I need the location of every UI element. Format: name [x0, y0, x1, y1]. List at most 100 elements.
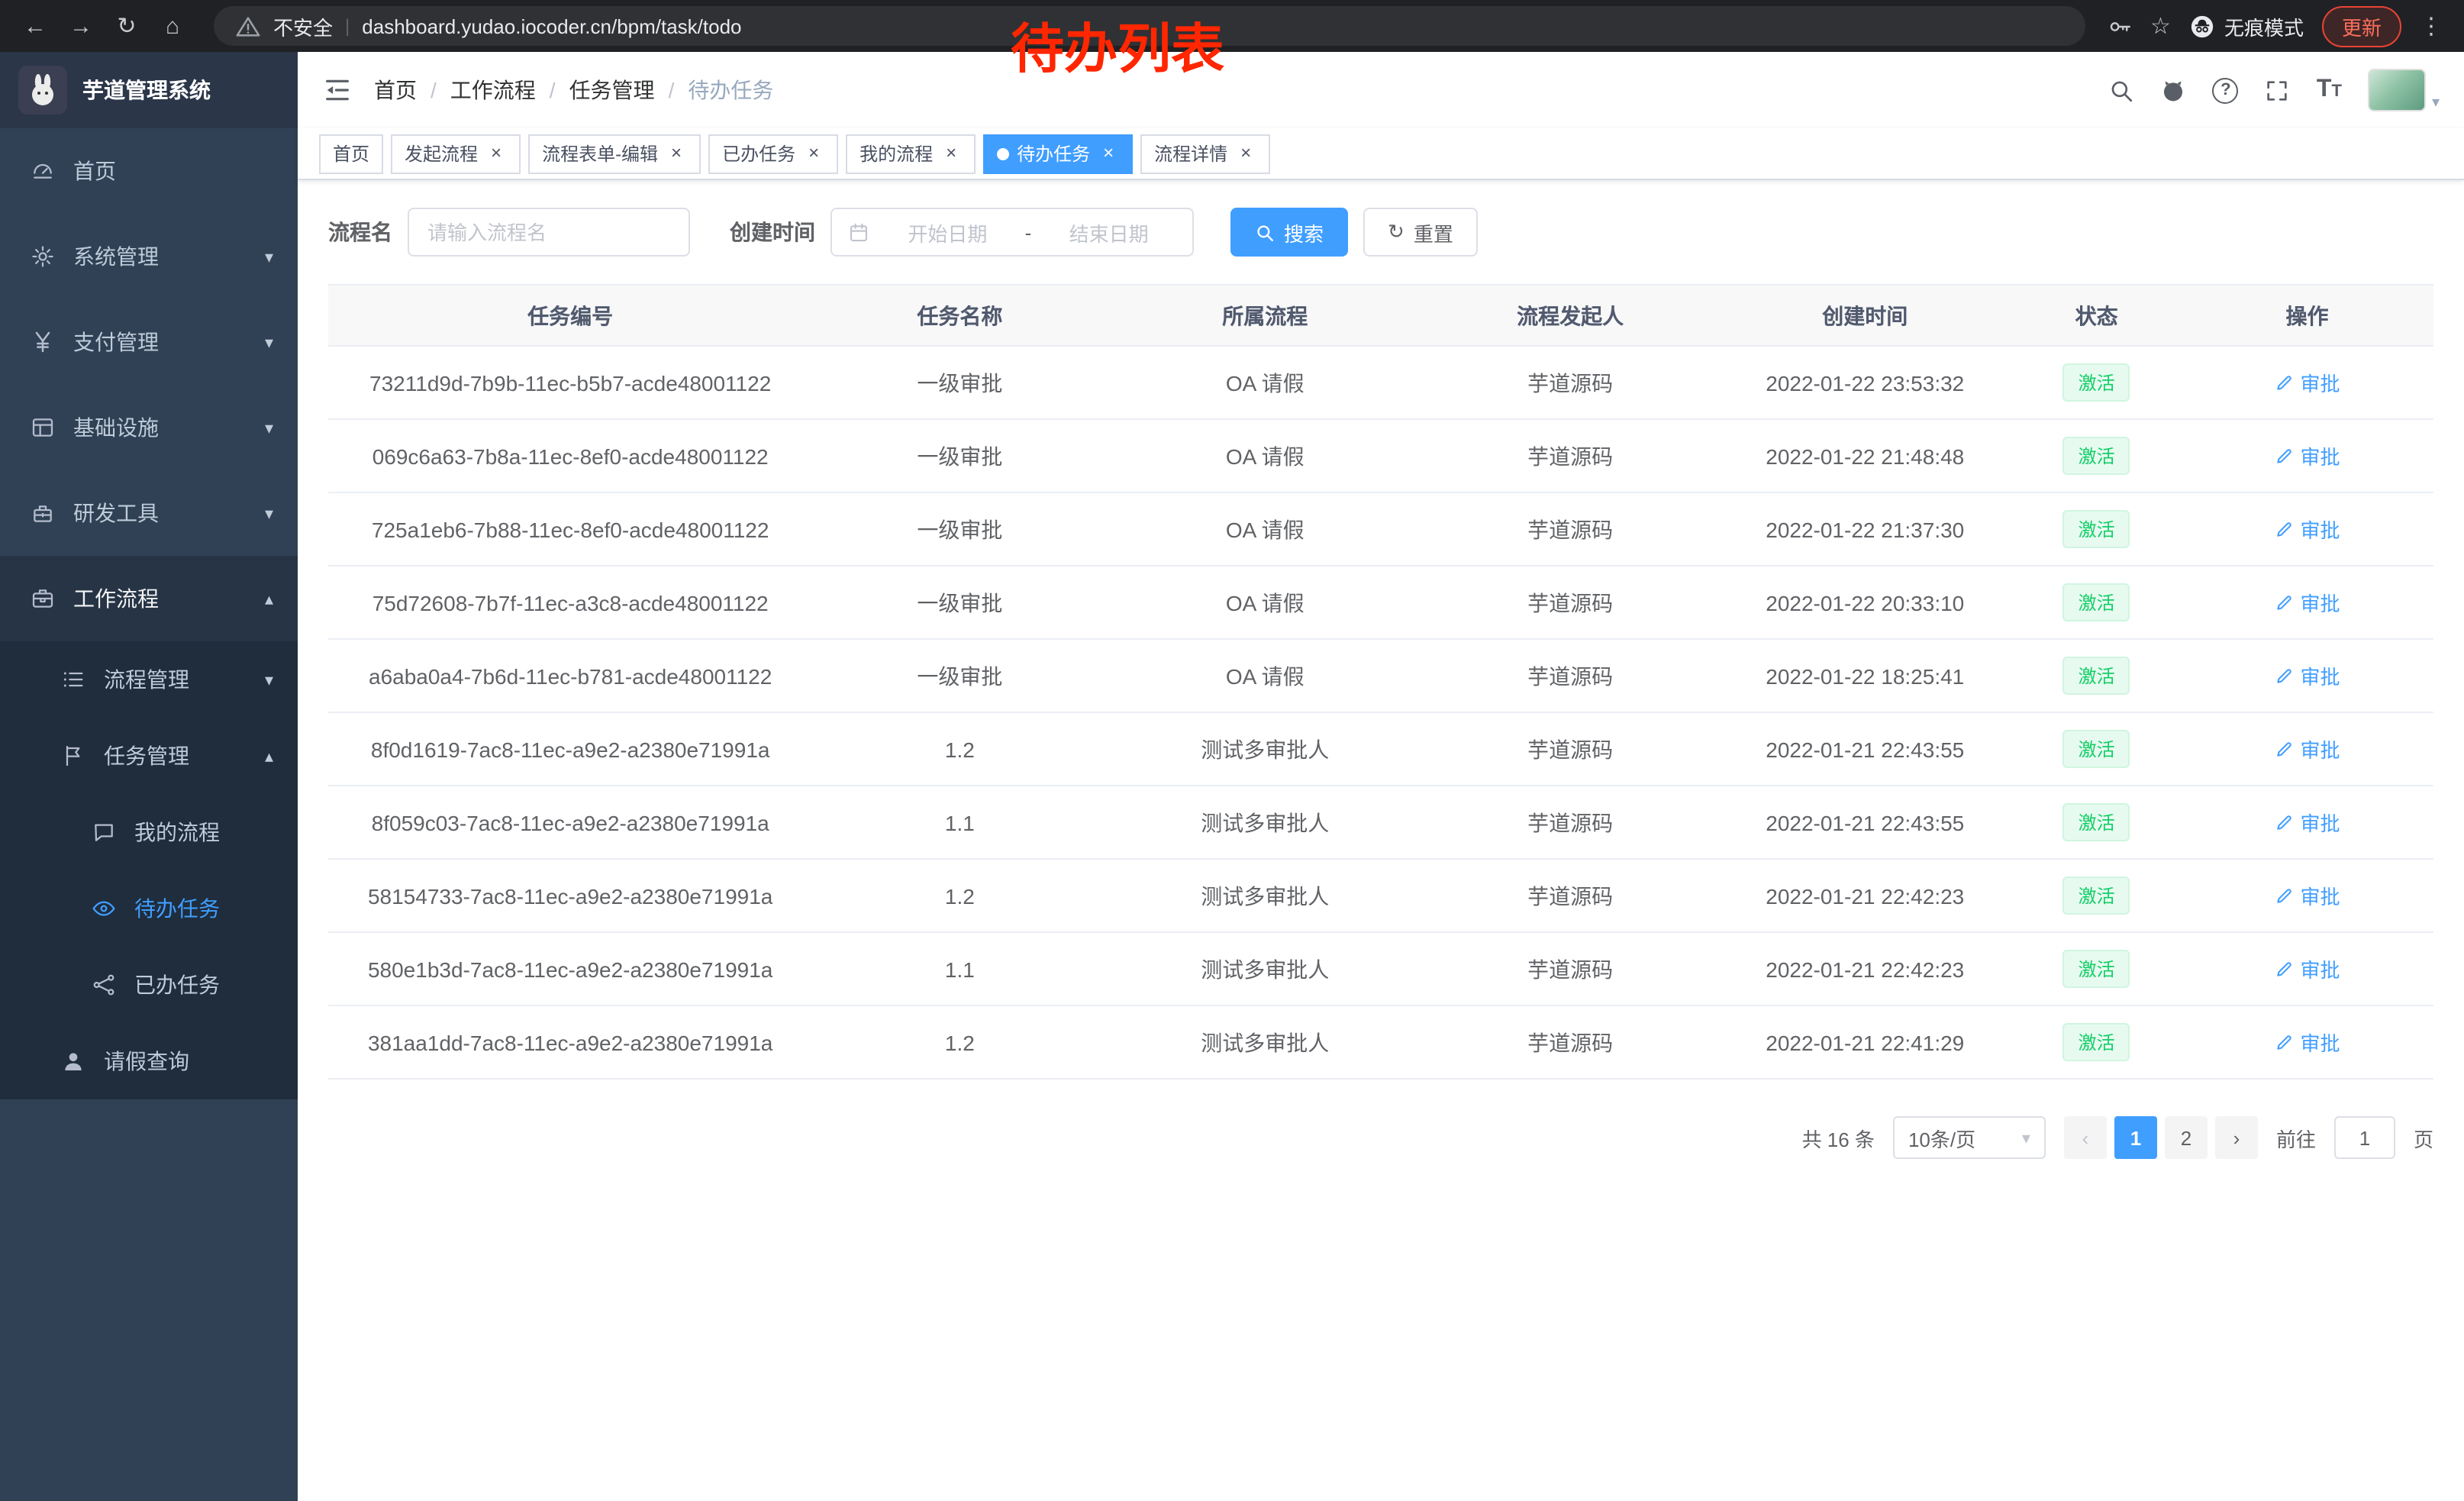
close-icon[interactable]: ×: [666, 143, 687, 164]
bookmark-star-icon[interactable]: ☆: [2150, 12, 2171, 40]
process-cell: 测试多审批人: [1107, 932, 1423, 1006]
help-icon[interactable]: ?: [2213, 77, 2239, 103]
process-name-label: 流程名: [328, 217, 392, 247]
page-2-button[interactable]: 2: [2165, 1116, 2208, 1159]
status-badge: 激活: [2063, 437, 2130, 475]
todo-task-page: 流程名 创建时间 开始日期 - 结束日期 搜索: [298, 180, 2464, 1501]
process-cell: 测试多审批人: [1107, 786, 1423, 859]
approve-button[interactable]: 审批: [2274, 1028, 2340, 1057]
tab-start-process[interactable]: 发起流程 ×: [391, 134, 521, 173]
close-icon[interactable]: ×: [940, 143, 962, 164]
github-icon[interactable]: [2161, 77, 2187, 103]
tab-done-tasks[interactable]: 已办任务 ×: [708, 134, 838, 173]
browser-home-button[interactable]: ⌂: [153, 6, 192, 46]
approve-button[interactable]: 审批: [2274, 881, 2340, 910]
yen-icon: [31, 330, 55, 354]
password-key-icon[interactable]: [2106, 13, 2132, 39]
sidebar-item-task-mgmt[interactable]: 任务管理 ▴: [0, 718, 298, 794]
task-name-cell: 一级审批: [812, 639, 1107, 712]
tab-form-edit[interactable]: 流程表单-编辑 ×: [528, 134, 701, 173]
menu-fold-icon[interactable]: [322, 75, 353, 105]
next-page-button[interactable]: ›: [2215, 1116, 2258, 1159]
tab-process-detail[interactable]: 流程详情 ×: [1140, 134, 1270, 173]
todo-task-table: 任务编号 任务名称 所属流程 流程发起人 创建时间 状态 操作 73211d9d…: [328, 284, 2433, 1080]
task-name-cell: 1.2: [812, 1006, 1107, 1079]
approve-button[interactable]: 审批: [2274, 808, 2340, 837]
browser-forward-button[interactable]: →: [61, 6, 101, 46]
tab-home[interactable]: 首页: [319, 134, 383, 173]
browser-update-button[interactable]: 更新: [2322, 5, 2401, 47]
date-range-picker[interactable]: 开始日期 - 结束日期: [830, 208, 1194, 257]
browser-back-button[interactable]: ←: [15, 6, 55, 46]
sidebar-item-infrastructure[interactable]: 基础设施 ▾: [0, 385, 298, 470]
eye-icon: [92, 896, 116, 921]
table-row: 580e1b3d-7ac8-11ec-a9e2-a2380e71991a 1.1…: [328, 932, 2433, 1006]
table-row: 381aa1dd-7ac8-11ec-a9e2-a2380e71991a 1.2…: [328, 1006, 2433, 1079]
action-cell: 审批: [2181, 859, 2433, 932]
sidebar: 芋道管理系统 首页 系统管理 ▾ 支付管理 ▾: [0, 52, 298, 1501]
browser-menu-icon[interactable]: ⋮: [2420, 12, 2443, 40]
dashboard-icon: [31, 159, 55, 183]
incognito-label: 无痕模式: [2224, 11, 2304, 40]
approve-button[interactable]: 审批: [2274, 954, 2340, 983]
avatar[interactable]: [2368, 69, 2426, 111]
sidebar-item-my-process[interactable]: 我的流程: [0, 794, 298, 870]
search-button[interactable]: 搜索: [1230, 208, 1348, 257]
close-icon[interactable]: ×: [1098, 143, 1119, 164]
reset-button[interactable]: ↻ 重置: [1363, 208, 1478, 257]
font-size-icon[interactable]: TT: [2317, 76, 2342, 104]
sidebar-item-dev-tools[interactable]: 研发工具 ▾: [0, 470, 298, 556]
sidebar-item-leave-query[interactable]: 请假查询: [0, 1023, 298, 1099]
starter-cell: 芋道源码: [1423, 419, 1717, 492]
tab-bar: 首页 发起流程 × 流程表单-编辑 × 已办任务 × 我的流程 ×: [298, 128, 2464, 180]
approve-button[interactable]: 审批: [2274, 441, 2340, 470]
sidebar-item-payment-mgmt[interactable]: 支付管理 ▾: [0, 299, 298, 385]
sidebar-item-system-mgmt[interactable]: 系统管理 ▾: [0, 214, 298, 299]
process-cell: 测试多审批人: [1107, 1006, 1423, 1079]
pagination: 共 16 条 10条/页 ▾ ‹ 1 2 › 前往 页: [328, 1116, 2433, 1159]
close-icon[interactable]: ×: [803, 143, 824, 164]
starter-cell: 芋道源码: [1423, 492, 1717, 566]
approve-button[interactable]: 审批: [2274, 734, 2340, 763]
close-icon[interactable]: ×: [485, 143, 507, 164]
create-time-cell: 2022-01-21 22:42:23: [1717, 859, 2012, 932]
tab-todo-tasks[interactable]: 待办任务 ×: [983, 134, 1133, 173]
status-cell: 激活: [2012, 859, 2181, 932]
user-avatar-menu[interactable]: ▾: [2368, 69, 2440, 111]
app-logo[interactable]: 芋道管理系统: [0, 52, 298, 128]
close-icon[interactable]: ×: [1235, 143, 1256, 164]
sidebar-item-process-mgmt[interactable]: 流程管理 ▾: [0, 641, 298, 718]
fullscreen-icon[interactable]: [2265, 77, 2291, 103]
page-size-select[interactable]: 10条/页 ▾: [1893, 1116, 2046, 1159]
task-id-cell: 069c6a63-7b8a-11ec-8ef0-acde48001122: [328, 419, 812, 492]
breadcrumb-workflow[interactable]: 工作流程: [450, 75, 536, 105]
starter-cell: 芋道源码: [1423, 712, 1717, 786]
col-actions: 操作: [2181, 285, 2433, 346]
process-name-input[interactable]: [408, 208, 690, 257]
breadcrumb-task-mgmt[interactable]: 任务管理: [569, 75, 655, 105]
page-1-button[interactable]: 1: [2114, 1116, 2157, 1159]
sidebar-item-home[interactable]: 首页: [0, 128, 298, 214]
browser-reload-button[interactable]: ↻: [107, 6, 147, 46]
approve-button[interactable]: 审批: [2274, 515, 2340, 544]
status-badge: 激活: [2063, 657, 2130, 695]
goto-page-input[interactable]: [2334, 1116, 2395, 1159]
prev-page-button[interactable]: ‹: [2064, 1116, 2107, 1159]
sidebar-item-todo-tasks[interactable]: 待办任务: [0, 870, 298, 947]
tab-my-process[interactable]: 我的流程 ×: [846, 134, 976, 173]
breadcrumb-home[interactable]: 首页: [374, 75, 417, 105]
status-badge: 激活: [2063, 583, 2130, 621]
search-icon[interactable]: [2109, 77, 2135, 103]
chevron-down-icon: ▾: [2022, 1128, 2030, 1148]
approve-button[interactable]: 审批: [2274, 588, 2340, 617]
status-cell: 激活: [2012, 932, 2181, 1006]
sidebar-item-done-tasks[interactable]: 已办任务: [0, 947, 298, 1023]
start-date-placeholder: 开始日期: [879, 218, 1016, 247]
edit-pencil-icon: [2274, 666, 2294, 686]
task-name-cell: 1.1: [812, 932, 1107, 1006]
goto-suffix: 页: [2414, 1123, 2433, 1152]
approve-button[interactable]: 审批: [2274, 661, 2340, 690]
create-time-cell: 2022-01-22 23:53:32: [1717, 346, 2012, 419]
approve-button[interactable]: 审批: [2274, 368, 2340, 397]
sidebar-item-workflow[interactable]: 工作流程 ▴: [0, 556, 298, 641]
